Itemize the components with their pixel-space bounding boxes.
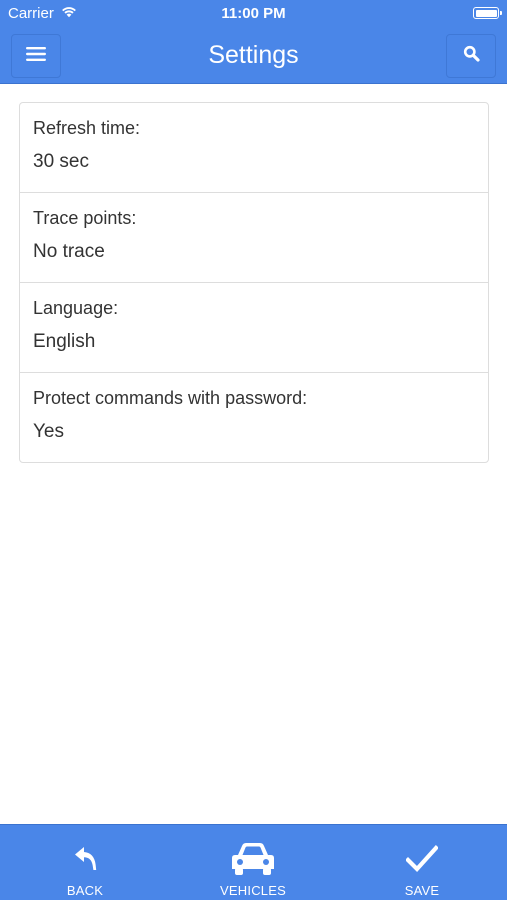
setting-label: Trace points:	[33, 208, 137, 228]
status-left: Carrier	[8, 4, 78, 22]
setting-value: Yes	[33, 421, 64, 442]
bottom-tab-bar: BACK VEHICLES SAVE	[0, 824, 507, 900]
status-bar: Carrier 11:00 PM	[0, 0, 507, 26]
car-icon	[231, 841, 275, 877]
setting-trace-points[interactable]: Trace points: No trace	[20, 193, 488, 283]
back-arrow-icon	[72, 841, 98, 877]
navigation-bar: Settings	[0, 26, 507, 84]
setting-language[interactable]: Language: English	[20, 283, 488, 373]
setting-refresh-time[interactable]: Refresh time: 30 sec	[20, 103, 488, 193]
back-label: BACK	[66, 883, 104, 898]
wifi-icon	[60, 4, 78, 22]
save-button[interactable]: SAVE	[362, 825, 482, 900]
vehicles-label: VEHICLES	[220, 883, 286, 898]
save-label: SAVE	[404, 883, 440, 898]
hamburger-menu-icon	[26, 46, 46, 67]
back-button[interactable]: BACK	[25, 825, 145, 900]
carrier-label: Carrier	[8, 4, 54, 22]
settings-list: Refresh time: 30 sec Trace points: No tr…	[19, 102, 489, 463]
setting-value: No trace	[33, 241, 105, 262]
search-button[interactable]	[446, 34, 496, 78]
checkmark-icon	[406, 841, 438, 877]
page-title: Settings	[208, 40, 299, 69]
setting-label: Protect commands with password:	[33, 388, 308, 408]
vehicles-button[interactable]: VEHICLES	[193, 825, 313, 900]
battery-icon	[473, 7, 502, 19]
setting-label: Language:	[33, 298, 119, 318]
setting-label: Refresh time:	[33, 118, 141, 138]
setting-protect-commands[interactable]: Protect commands with password: Yes	[20, 373, 488, 462]
setting-value: 30 sec	[33, 151, 89, 172]
menu-button[interactable]	[11, 34, 61, 78]
setting-value: English	[33, 331, 96, 352]
search-icon	[463, 45, 480, 67]
battery-level	[475, 9, 497, 17]
